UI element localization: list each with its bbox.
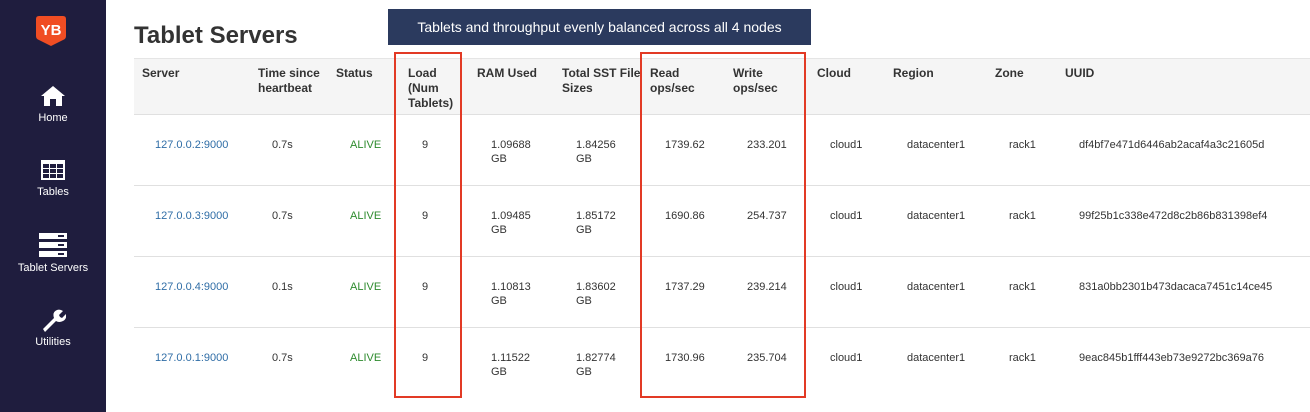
- throughput-columns-highlight: [640, 52, 806, 398]
- home-icon: [41, 86, 65, 106]
- sidebar-item-label: Tablet Servers: [17, 262, 89, 274]
- uuid-cell: df4bf7e471d6446ab2acaf4a3c21605d: [1079, 139, 1265, 151]
- cloud-cell: cloud1: [830, 139, 863, 151]
- svg-text:YB: YB: [41, 22, 62, 39]
- cloud-cell: cloud1: [830, 281, 863, 293]
- sst-cell: 1.82774 GB: [576, 352, 616, 378]
- cloud-cell: cloud1: [830, 210, 863, 222]
- sidebar: YB Home Tables Tablet Servers Utilities: [0, 0, 106, 412]
- status-cell: ALIVE: [350, 281, 382, 293]
- header-ram[interactable]: RAM Used: [477, 58, 547, 114]
- zone-cell: rack1: [1009, 352, 1036, 364]
- heartbeat-cell: 0.1s: [272, 281, 293, 293]
- server-link[interactable]: 127.0.0.3:9000: [155, 209, 228, 223]
- sidebar-item-label: Tables: [37, 186, 69, 198]
- ram-cell: 1.09485 GB: [491, 210, 531, 236]
- yugabyte-logo[interactable]: YB: [33, 12, 69, 48]
- status-cell: ALIVE: [350, 139, 382, 151]
- heartbeat-cell: 0.7s: [272, 352, 293, 364]
- header-uuid[interactable]: UUID: [1065, 58, 1125, 114]
- uuid-cell: 831a0bb2301b473dacaca7451c14ce45: [1079, 281, 1273, 293]
- zone-cell: rack1: [1009, 210, 1036, 222]
- zone-cell: rack1: [1009, 139, 1036, 151]
- sidebar-item-tables[interactable]: Tables: [0, 158, 106, 198]
- sst-cell: 1.83602 GB: [576, 281, 616, 307]
- sst-cell: 1.85172 GB: [576, 210, 616, 236]
- header-sst[interactable]: Total SST File Sizes: [562, 58, 642, 114]
- status-cell: ALIVE: [350, 352, 382, 364]
- sidebar-item-label: Home: [38, 112, 68, 124]
- header-server[interactable]: Server: [142, 58, 242, 114]
- ram-cell: 1.09688 GB: [491, 139, 531, 165]
- header-status[interactable]: Status: [336, 58, 386, 114]
- heartbeat-cell: 0.7s: [272, 139, 293, 151]
- table-icon: [41, 160, 65, 180]
- servers-icon: [39, 233, 67, 257]
- header-cloud[interactable]: Cloud: [817, 58, 867, 114]
- sst-cell: 1.84256 GB: [576, 139, 616, 165]
- server-link[interactable]: 127.0.0.2:9000: [155, 138, 228, 152]
- region-cell: datacenter1: [907, 139, 966, 151]
- ram-cell: 1.11522 GB: [491, 352, 530, 378]
- cloud-cell: cloud1: [830, 352, 863, 364]
- uuid-cell: 99f25b1c338e472d8c2b86b831398ef4: [1079, 210, 1268, 222]
- heartbeat-cell: 0.7s: [272, 210, 293, 222]
- ram-cell: 1.10813 GB: [491, 281, 531, 307]
- server-link[interactable]: 127.0.0.4:9000: [155, 280, 228, 294]
- region-cell: datacenter1: [907, 281, 966, 293]
- status-cell: ALIVE: [350, 210, 382, 222]
- annotation-banner: Tablets and throughput evenly balanced a…: [388, 9, 811, 45]
- server-link[interactable]: 127.0.0.1:9000: [155, 351, 228, 365]
- header-zone[interactable]: Zone: [995, 58, 1045, 114]
- sidebar-item-tablet-servers[interactable]: Tablet Servers: [0, 232, 106, 274]
- load-column-highlight: [394, 52, 462, 398]
- sidebar-item-home[interactable]: Home: [0, 84, 106, 124]
- page-title: Tablet Servers: [134, 22, 298, 49]
- region-cell: datacenter1: [907, 352, 966, 364]
- sidebar-item-utilities[interactable]: Utilities: [0, 308, 106, 348]
- main-content: Tablet Servers Tablets and throughput ev…: [106, 0, 1310, 412]
- zone-cell: rack1: [1009, 281, 1036, 293]
- region-cell: datacenter1: [907, 210, 966, 222]
- wrench-icon: [43, 309, 66, 332]
- uuid-cell: 9eac845b1fff443eb73e9272bc369a76: [1079, 352, 1264, 364]
- header-heartbeat[interactable]: Time since heartbeat: [258, 58, 328, 114]
- header-region[interactable]: Region: [893, 58, 953, 114]
- sidebar-item-label: Utilities: [35, 336, 71, 348]
